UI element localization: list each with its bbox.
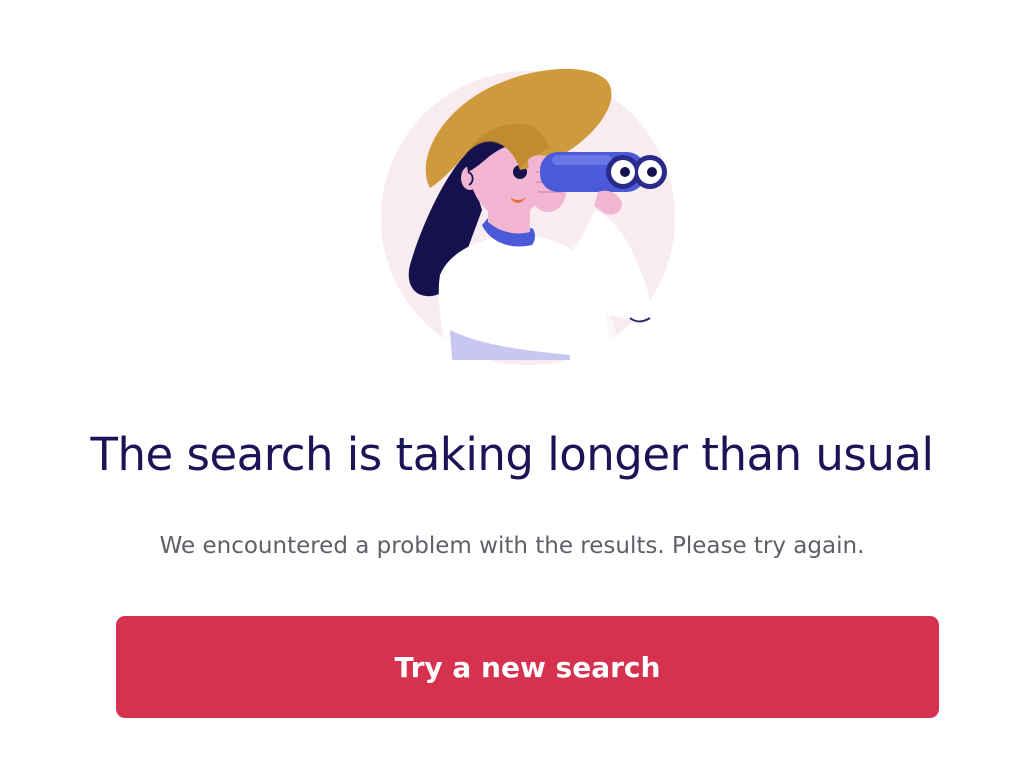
search-timeout-page: The search is taking longer than usual W…: [0, 0, 1024, 772]
page-title: The search is taking longer than usual: [90, 428, 934, 481]
error-message: We encountered a problem with the result…: [159, 533, 865, 559]
try-new-search-button[interactable]: Try a new search: [116, 616, 939, 718]
woman-with-binoculars-icon: [370, 60, 680, 365]
